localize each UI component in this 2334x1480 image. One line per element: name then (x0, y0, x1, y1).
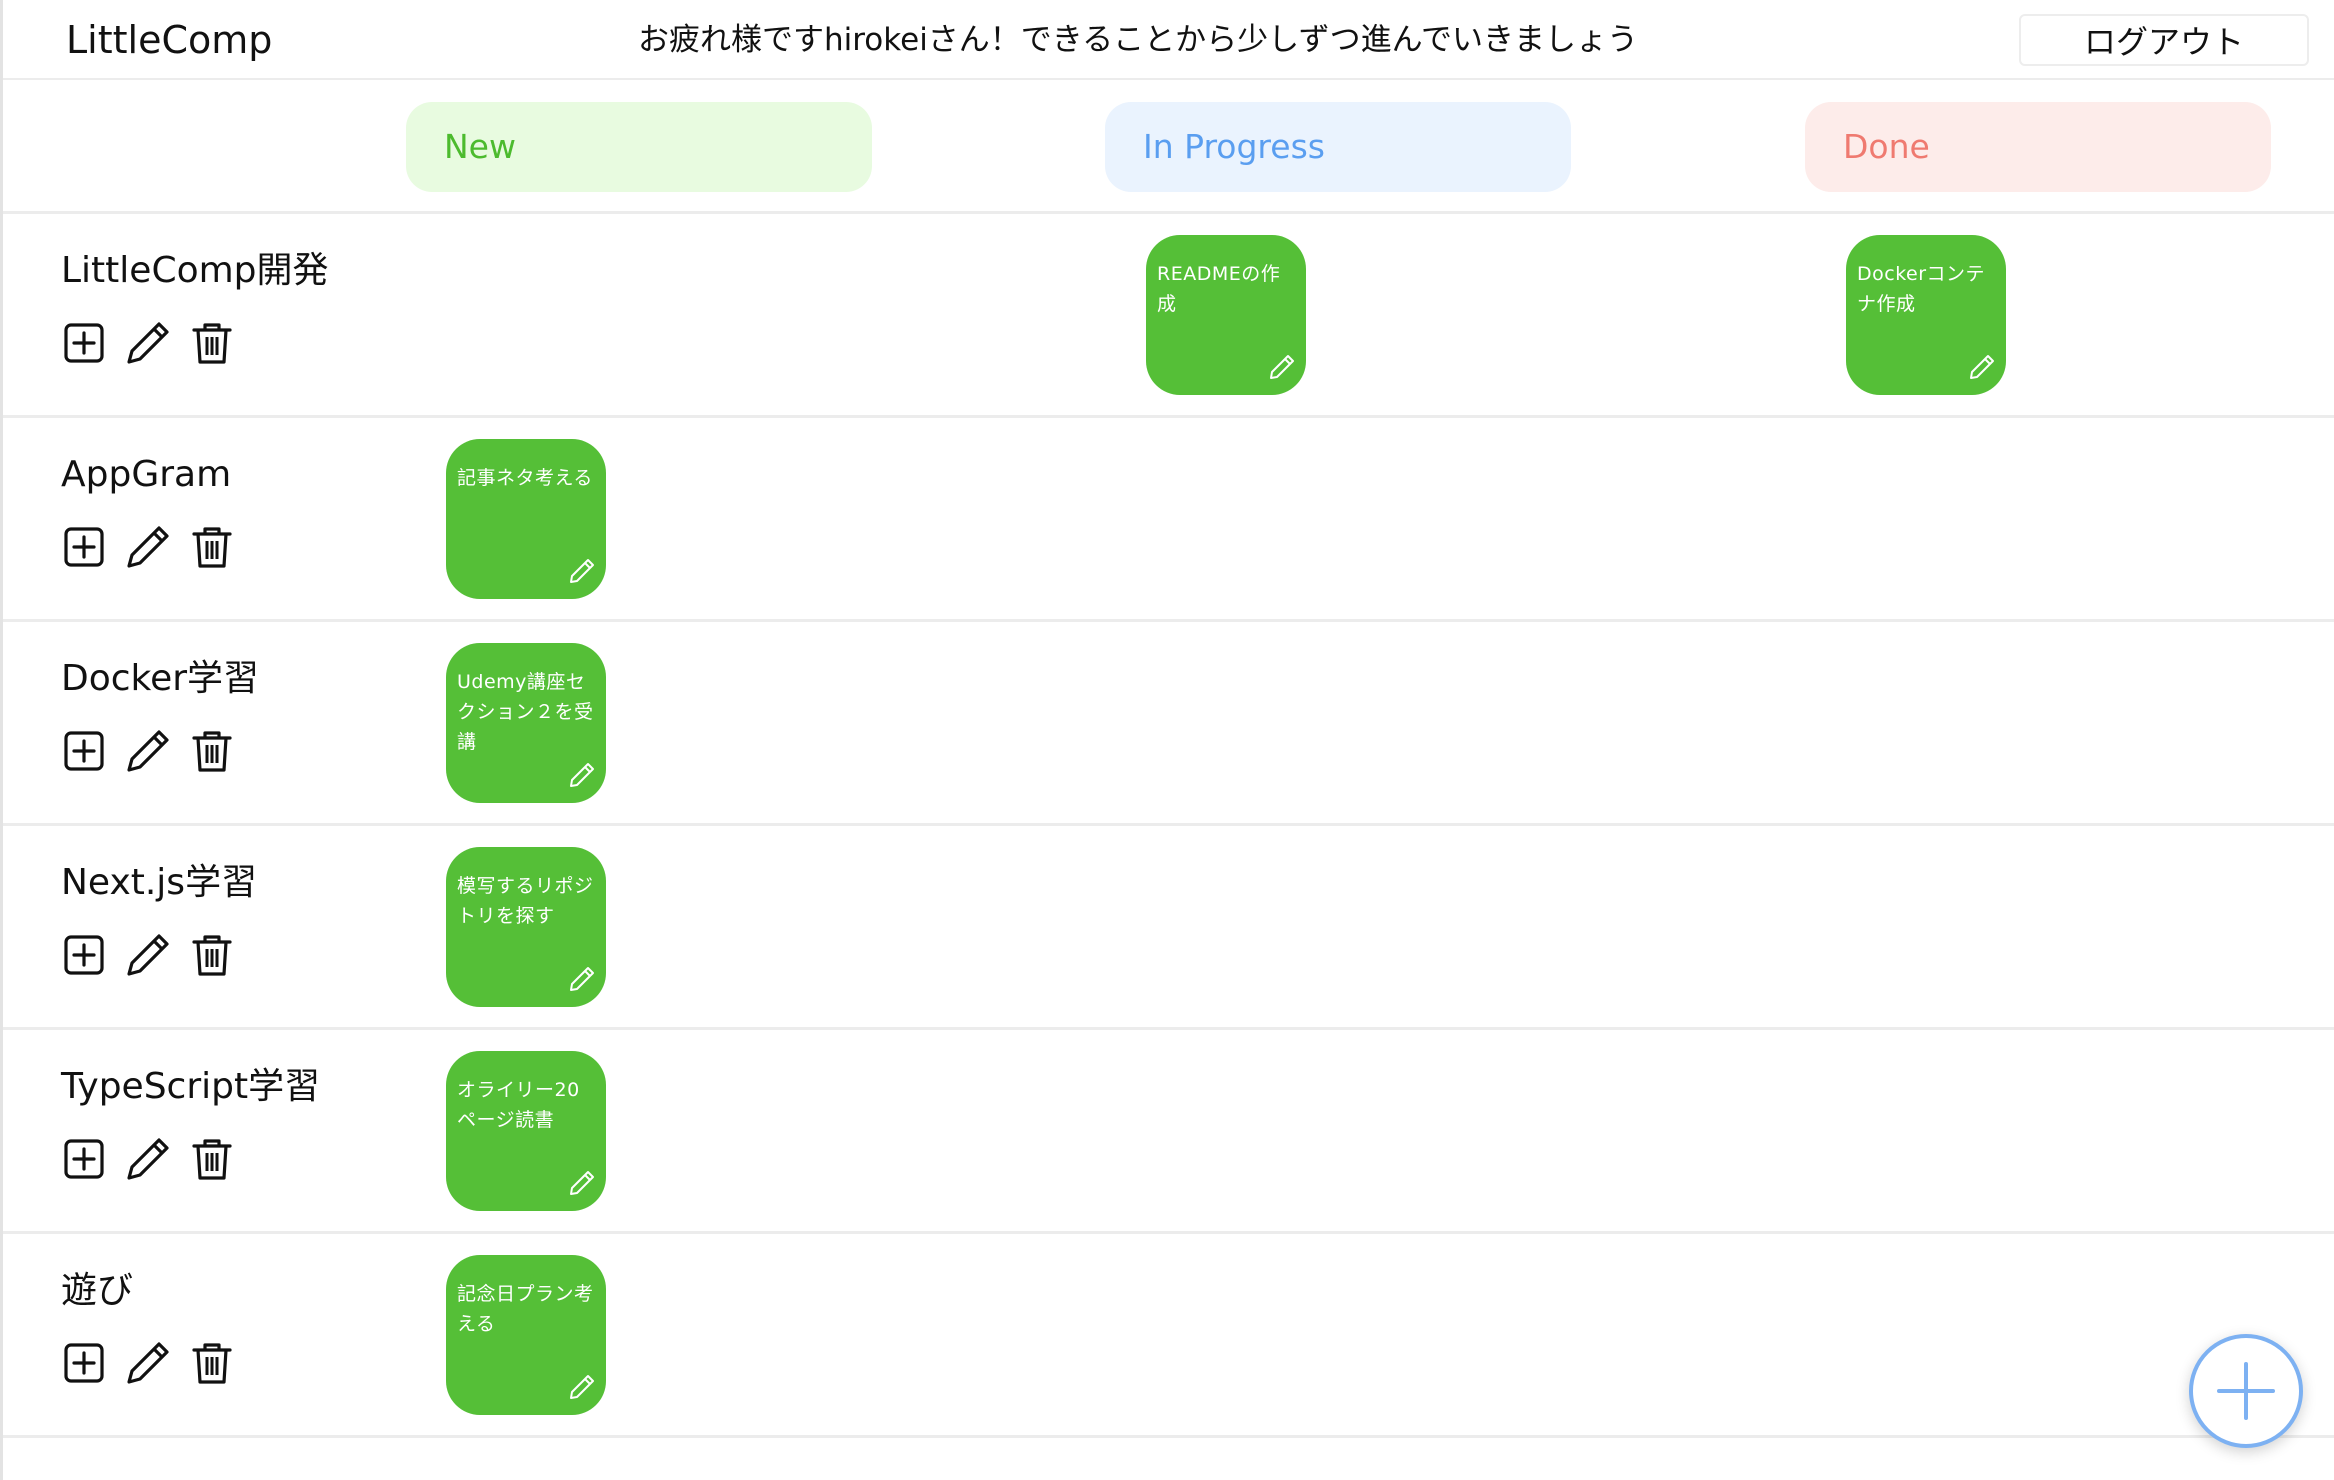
task-card-title: オライリー20ページ読書 (457, 1079, 580, 1131)
project-row: TypeScript学習 オライリー20ページ読書 (3, 1030, 2334, 1234)
pencil-icon (568, 965, 596, 993)
plus-square-icon (61, 728, 107, 774)
task-card-title: READMEの作成 (1157, 263, 1281, 315)
project-name: AppGram (61, 454, 232, 495)
project-row: Docker学習 Udemy講座セクション２を受講 (3, 622, 2334, 826)
status-done-label: Done (1805, 102, 2271, 192)
edit-task-button[interactable] (1268, 353, 1296, 381)
edit-project-button[interactable] (125, 524, 171, 570)
task-card[interactable]: 模写するリポジトリを探す (446, 847, 606, 1007)
trash-icon (189, 932, 235, 978)
add-task-button[interactable] (61, 932, 107, 978)
delete-project-button[interactable] (189, 320, 235, 366)
plus-square-icon (61, 1340, 107, 1386)
app-window: LittleComp お疲れ様ですhirokeiさん！できることから少しずつ進ん… (0, 0, 2334, 1480)
edit-project-button[interactable] (125, 1136, 171, 1182)
pencil-icon (568, 1373, 596, 1401)
task-card-title: 記事ネタ考える (457, 467, 593, 489)
pencil-icon (125, 1136, 171, 1182)
project-name: Next.js学習 (61, 862, 258, 903)
pencil-icon (125, 728, 171, 774)
plus-square-icon (61, 1136, 107, 1182)
top-header: LittleComp お疲れ様ですhirokeiさん！できることから少しずつ進ん… (3, 0, 2334, 80)
status-new-label: New (406, 102, 872, 192)
edit-project-button[interactable] (125, 320, 171, 366)
add-task-button[interactable] (61, 1340, 107, 1386)
delete-project-button[interactable] (189, 1340, 235, 1386)
pencil-icon (125, 932, 171, 978)
task-card-title: 記念日プラン考える (457, 1283, 594, 1335)
task-card-title: 模写するリポジトリを探す (457, 875, 594, 927)
logout-button[interactable]: ログアウト (2019, 14, 2309, 66)
project-name: LittleComp開発 (61, 250, 329, 291)
pencil-icon (125, 1340, 171, 1386)
project-row: AppGram 記事ネタ考える (3, 418, 2334, 622)
edit-project-button[interactable] (125, 932, 171, 978)
pencil-icon (125, 524, 171, 570)
task-card-title: Dockerコンテナ作成 (1857, 263, 1986, 315)
pencil-icon (125, 320, 171, 366)
status-header-row: New In Progress Done (3, 80, 2334, 214)
add-task-button[interactable] (61, 728, 107, 774)
delete-project-button[interactable] (189, 728, 235, 774)
task-card[interactable]: 記念日プラン考える (446, 1255, 606, 1415)
pencil-icon (1268, 353, 1296, 381)
edit-task-button[interactable] (568, 1373, 596, 1401)
delete-project-button[interactable] (189, 932, 235, 978)
plus-square-icon (61, 320, 107, 366)
add-task-button[interactable] (61, 320, 107, 366)
project-row: Next.js学習 模写するリポジトリを探す (3, 826, 2334, 1030)
project-name: Docker学習 (61, 658, 260, 699)
add-project-fab[interactable] (2189, 1334, 2303, 1448)
greeting-message: お疲れ様ですhirokeiさん！できることから少しずつ進んでいきましょう (637, 22, 1639, 58)
edit-task-button[interactable] (568, 965, 596, 993)
trash-icon (189, 320, 235, 366)
project-name: TypeScript学習 (61, 1066, 321, 1107)
trash-icon (189, 1340, 235, 1386)
edit-task-button[interactable] (568, 557, 596, 585)
status-in-progress-label: In Progress (1105, 102, 1571, 192)
add-task-button[interactable] (61, 524, 107, 570)
trash-icon (189, 1136, 235, 1182)
pencil-icon (568, 761, 596, 789)
trash-icon (189, 728, 235, 774)
trash-icon (189, 524, 235, 570)
edit-task-button[interactable] (568, 761, 596, 789)
edit-task-button[interactable] (1968, 353, 1996, 381)
task-card-title: Udemy講座セクション２を受講 (457, 671, 594, 753)
project-name: 遊び (61, 1270, 134, 1311)
pencil-icon (1968, 353, 1996, 381)
delete-project-button[interactable] (189, 1136, 235, 1182)
plus-circle-icon (2217, 1362, 2275, 1420)
task-card[interactable]: Dockerコンテナ作成 (1846, 235, 2006, 395)
project-row: LittleComp開発 READMEの作成 Dockerコンテナ作成 (3, 214, 2334, 418)
plus-square-icon (61, 524, 107, 570)
project-row: 遊び 記念日プラン考える (3, 1234, 2334, 1438)
edit-project-button[interactable] (125, 1340, 171, 1386)
delete-project-button[interactable] (189, 524, 235, 570)
pencil-icon (568, 557, 596, 585)
pencil-icon (568, 1169, 596, 1197)
plus-square-icon (61, 932, 107, 978)
task-card[interactable]: Udemy講座セクション２を受講 (446, 643, 606, 803)
task-card[interactable]: オライリー20ページ読書 (446, 1051, 606, 1211)
add-task-button[interactable] (61, 1136, 107, 1182)
task-card[interactable]: 記事ネタ考える (446, 439, 606, 599)
edit-project-button[interactable] (125, 728, 171, 774)
task-card[interactable]: READMEの作成 (1146, 235, 1306, 395)
edit-task-button[interactable] (568, 1169, 596, 1197)
